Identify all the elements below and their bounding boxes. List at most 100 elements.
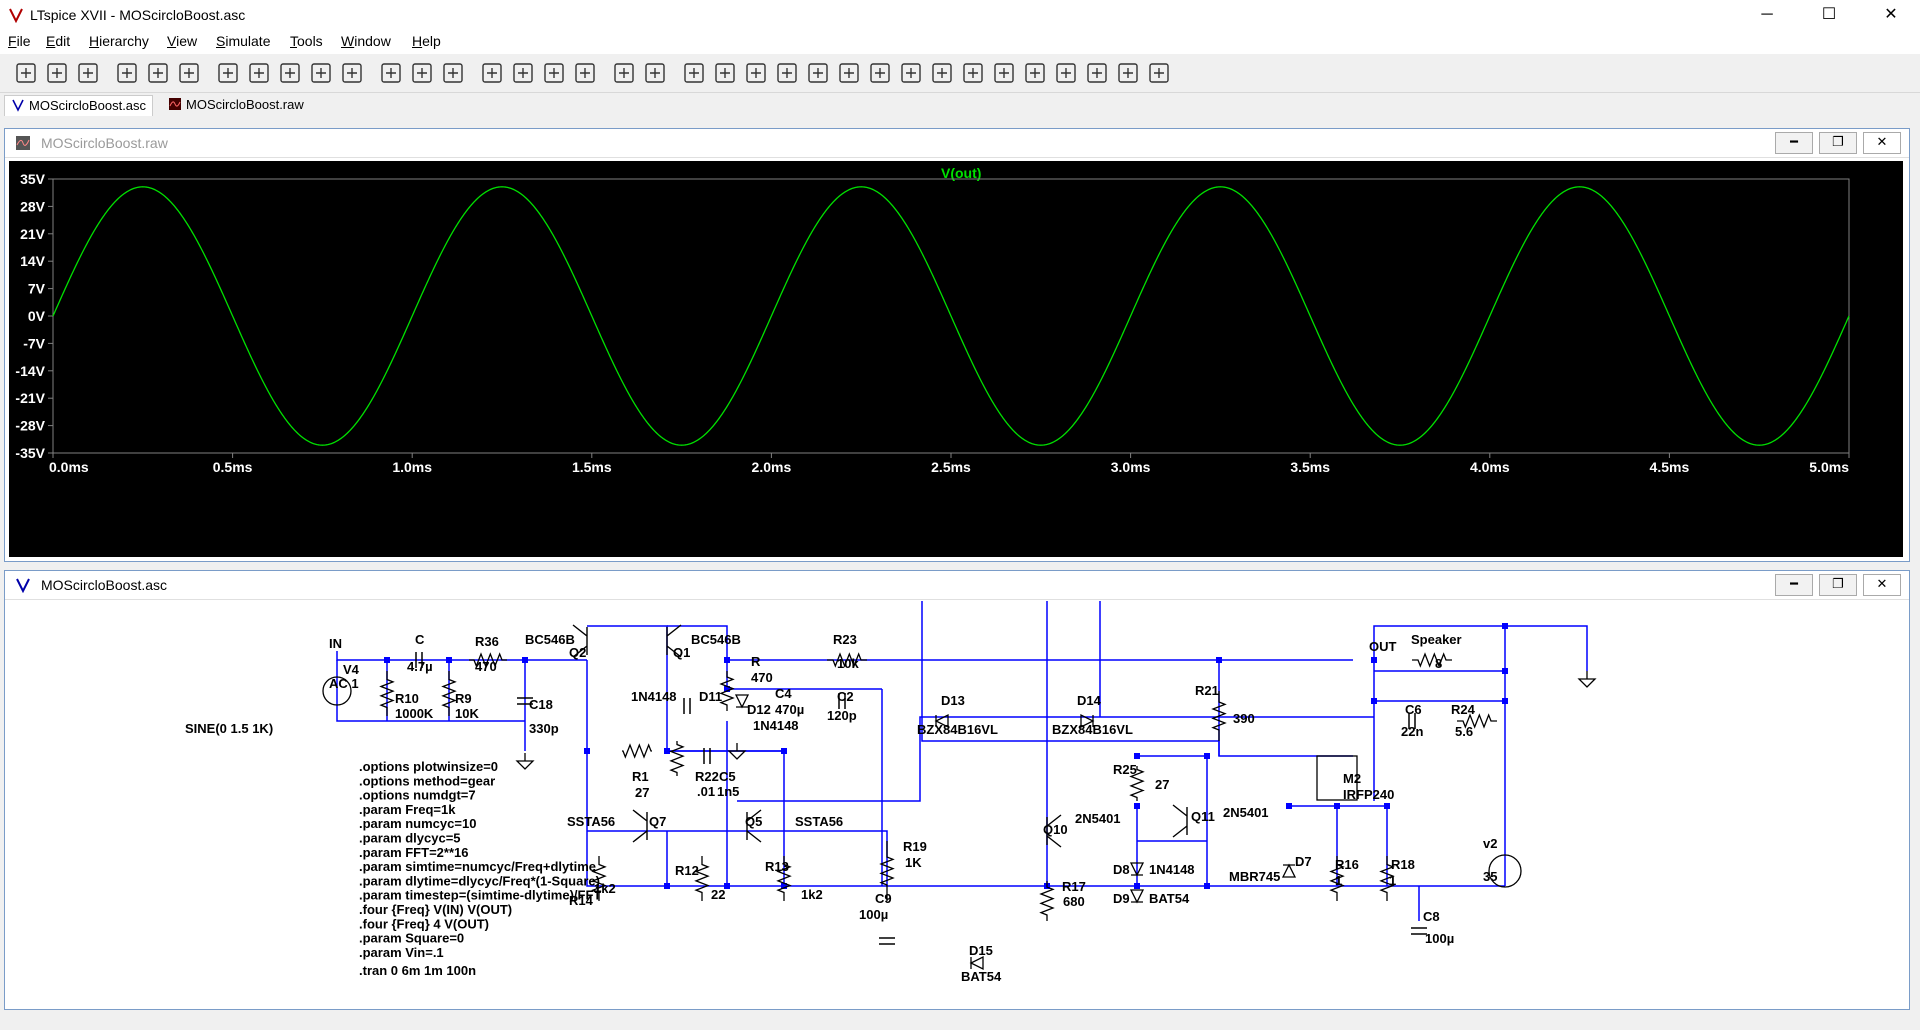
waveform-icon	[16, 136, 30, 150]
pan-icon[interactable]	[245, 59, 273, 87]
component-label: 1000K	[395, 706, 434, 721]
menu-view[interactable]: View	[167, 33, 197, 49]
schematic-minimize-button[interactable]: ━	[1775, 574, 1813, 596]
zoom-fit-icon[interactable]	[307, 59, 335, 87]
copy-icon[interactable]	[509, 59, 537, 87]
draw-wire-icon[interactable]	[680, 59, 708, 87]
spice-directive-icon[interactable]	[1145, 59, 1173, 87]
component-label: D14	[1077, 693, 1102, 708]
y-tick-label: -7V	[23, 335, 45, 351]
menu-tools[interactable]: Tools	[290, 33, 323, 49]
ground-symbol	[515, 753, 535, 770]
minimize-button[interactable]: ─	[1744, 0, 1790, 30]
ground-icon[interactable]	[711, 59, 739, 87]
undo-icon[interactable]	[990, 59, 1018, 87]
run-icon[interactable]	[144, 59, 172, 87]
waveform-icon	[169, 98, 181, 110]
component-label: BC546B	[691, 632, 741, 647]
resistor-icon[interactable]	[773, 59, 801, 87]
component-label: v2	[1483, 836, 1497, 851]
tile-horizontal-icon[interactable]	[377, 59, 405, 87]
halt-icon[interactable]	[175, 59, 203, 87]
component-label: 2N5401	[1223, 805, 1269, 820]
paste-icon[interactable]	[540, 59, 568, 87]
component-label: BZX84B16VL	[1052, 722, 1133, 737]
component-label: R19	[903, 839, 927, 854]
schematic-icon	[16, 578, 30, 593]
drag-icon[interactable]	[959, 59, 987, 87]
component-label: C8	[1423, 909, 1440, 924]
component-label: IRFP240	[1343, 787, 1394, 802]
x-tick-label: 0.0ms	[49, 459, 89, 475]
find-icon[interactable]	[571, 59, 599, 87]
component-label: 5.6	[1455, 724, 1473, 739]
mirror-icon[interactable]	[1083, 59, 1111, 87]
resistor-symbol	[1039, 881, 1055, 921]
schematic-canvas[interactable]: INV4AC 1C4.7µR36470BC546BQ2C18330pR10100…	[7, 601, 1907, 1007]
print-icon[interactable]	[610, 59, 638, 87]
text-icon[interactable]	[1114, 59, 1142, 87]
component-label: OUT	[1369, 639, 1397, 654]
new-schematic-icon[interactable]	[12, 59, 40, 87]
tile-vertical-icon[interactable]	[408, 59, 436, 87]
save-icon[interactable]	[74, 59, 102, 87]
rotate-icon[interactable]	[1052, 59, 1080, 87]
waveform-restore-button[interactable]: ❐	[1819, 132, 1857, 154]
component-label: R13	[765, 859, 789, 874]
menu-edit[interactable]: Edit	[46, 33, 70, 49]
component-label: 1n5	[717, 784, 739, 799]
schematic-restore-button[interactable]: ❐	[1819, 574, 1857, 596]
component-label: R25	[1113, 762, 1137, 777]
zoom-in-icon[interactable]	[214, 59, 242, 87]
label-net-icon[interactable]	[742, 59, 770, 87]
diode-icon[interactable]	[866, 59, 894, 87]
menu-file[interactable]: File	[8, 33, 31, 49]
junction	[1502, 623, 1508, 629]
cascade-icon[interactable]	[439, 59, 467, 87]
component-label: D7	[1295, 854, 1312, 869]
menu-hierarchy[interactable]: Hierarchy	[89, 33, 149, 49]
x-tick-label: 3.0ms	[1111, 459, 1151, 475]
junction	[1334, 803, 1340, 809]
inductor-icon[interactable]	[835, 59, 863, 87]
component-label: 1N4148	[1149, 862, 1195, 877]
y-tick-label: 7V	[28, 281, 46, 297]
close-button[interactable]: ✕	[1868, 0, 1914, 30]
zoom-out-icon[interactable]	[276, 59, 304, 87]
junction	[664, 883, 670, 889]
print-preview-icon[interactable]	[641, 59, 669, 87]
schematic-close-button[interactable]: ✕	[1863, 574, 1901, 596]
tab-waveform[interactable]: MOScircloBoost.raw	[162, 95, 310, 115]
x-tick-label: 2.5ms	[931, 459, 971, 475]
cut-icon[interactable]	[478, 59, 506, 87]
component-label: R17	[1062, 879, 1086, 894]
control-panel-icon[interactable]	[113, 59, 141, 87]
component-label: SSTA56	[795, 814, 843, 829]
redo-icon[interactable]	[1021, 59, 1049, 87]
capacitor-icon[interactable]	[804, 59, 832, 87]
spice-directive: .param dlycyc=5	[359, 831, 461, 846]
move-icon[interactable]	[928, 59, 956, 87]
component-label: R1	[632, 769, 649, 784]
maximize-button[interactable]: ☐	[1806, 0, 1852, 30]
component-label: 100µ	[1425, 931, 1454, 946]
autorange-icon[interactable]	[338, 59, 366, 87]
menu-window[interactable]: Window	[341, 33, 391, 49]
capacitor-symbol	[879, 937, 895, 945]
component-icon[interactable]	[897, 59, 925, 87]
x-tick-label: 4.0ms	[1470, 459, 1510, 475]
menu-help[interactable]: Help	[412, 33, 441, 49]
waveform-close-button[interactable]: ✕	[1863, 132, 1901, 154]
component-label: Speaker	[1411, 632, 1462, 647]
waveform-minimize-button[interactable]: ━	[1775, 132, 1813, 154]
open-icon[interactable]	[43, 59, 71, 87]
component-label: BZX84B16VL	[917, 722, 998, 737]
component-label: D8	[1113, 862, 1130, 877]
x-tick-label: 1.5ms	[572, 459, 612, 475]
tab-schematic[interactable]: MOScircloBoost.asc	[4, 95, 154, 116]
resistor-symbol	[622, 743, 652, 759]
plot-area[interactable]: V(out) 35V 28V 21V 14V 7V 0V -7V -14V -21V -28V -3…	[9, 161, 1903, 557]
document-tabs: MOScircloBoost.asc MOScircloBoost.raw	[0, 93, 1920, 117]
component-label: 1N4148	[631, 689, 677, 704]
menu-simulate[interactable]: Simulate	[216, 33, 270, 49]
